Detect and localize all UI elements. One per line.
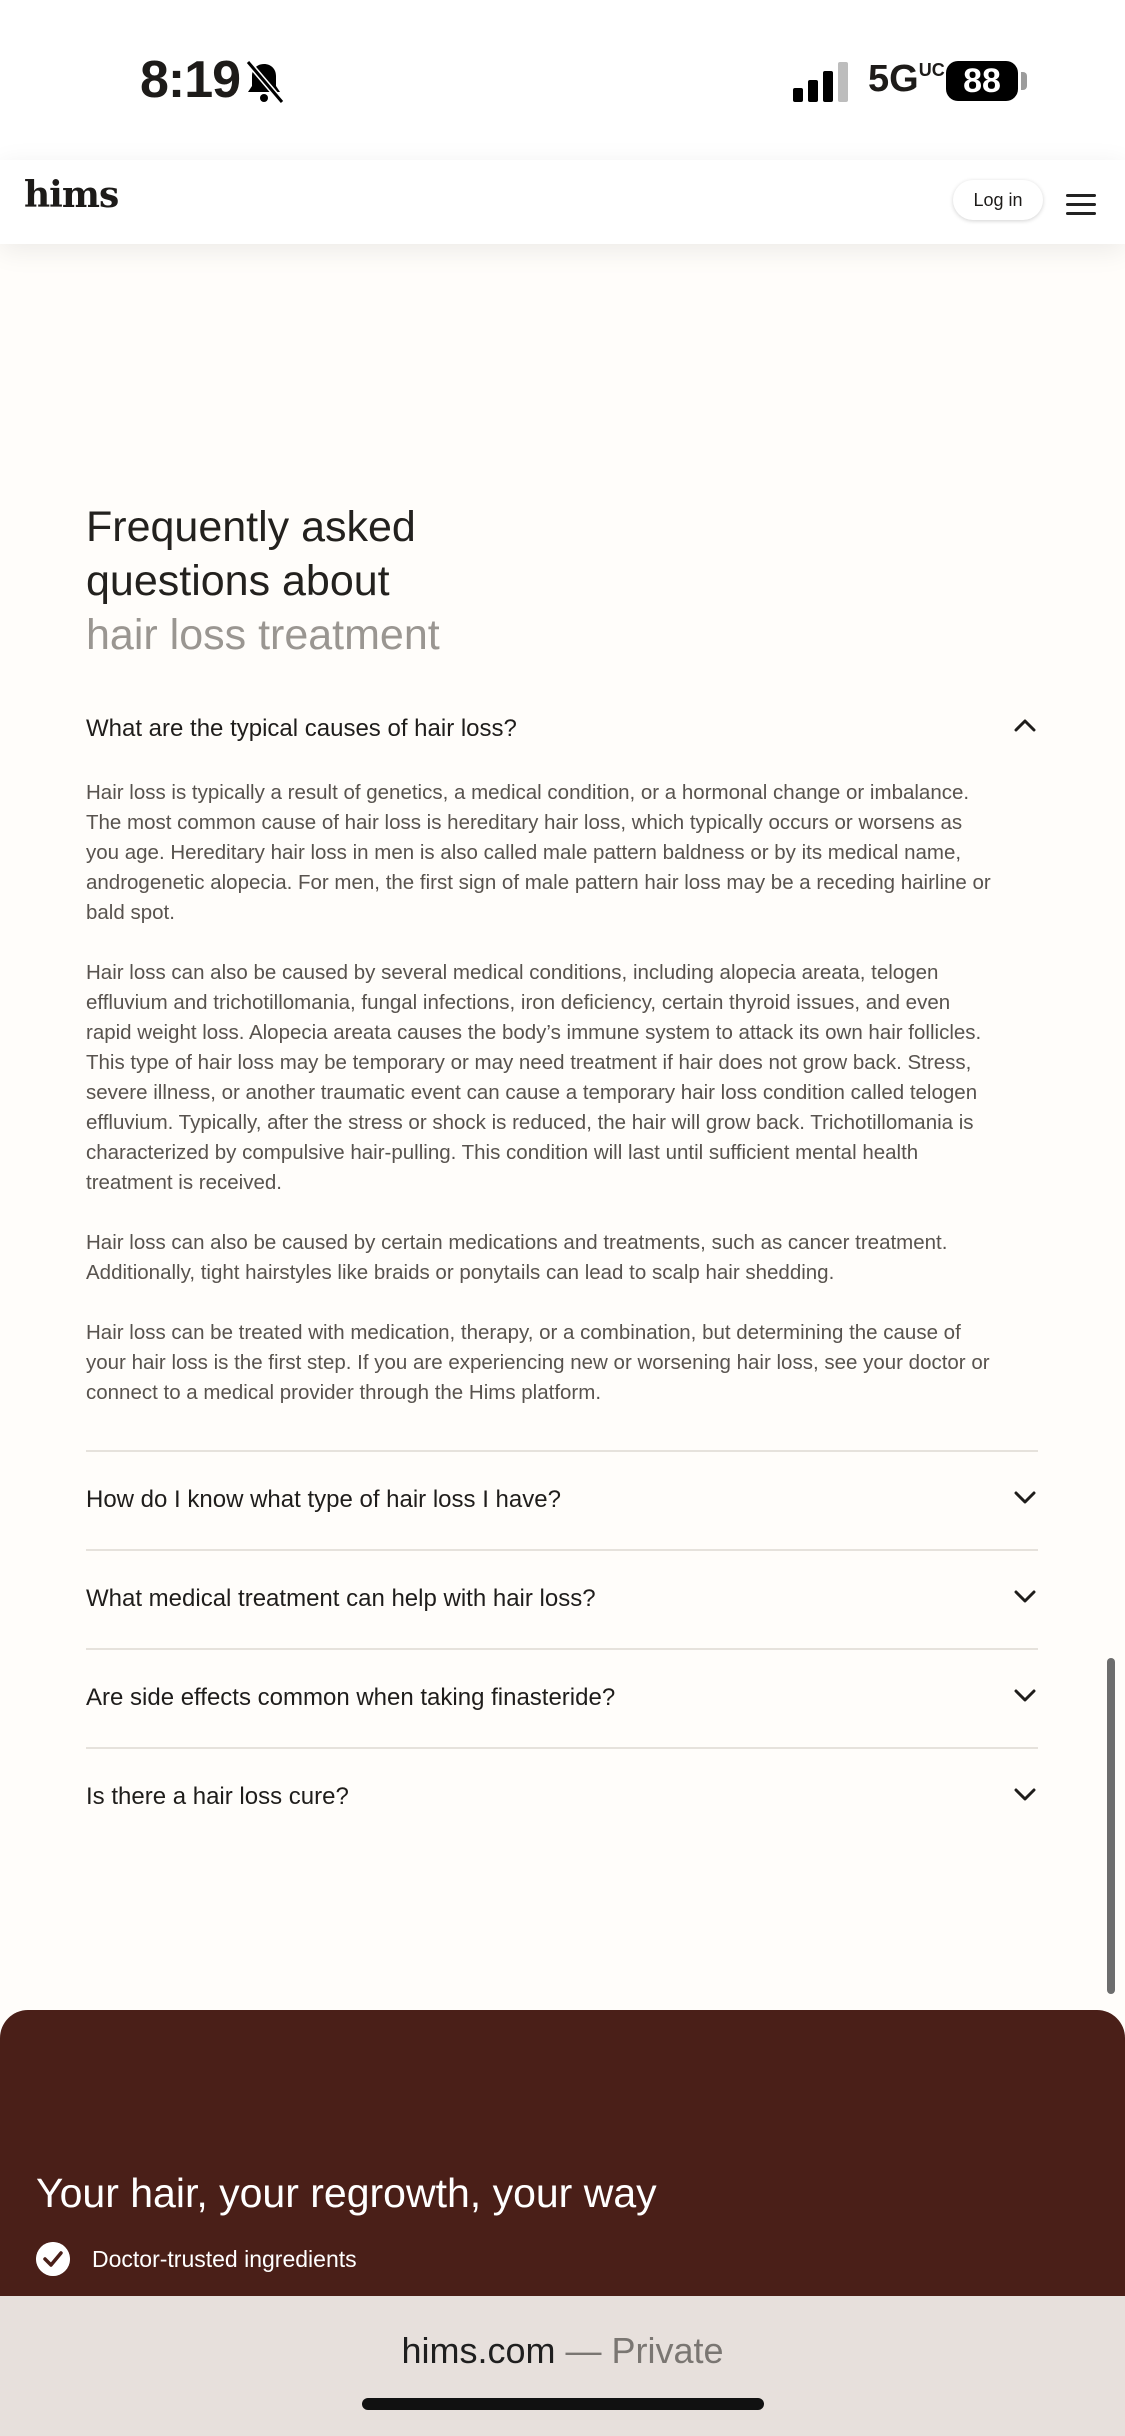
faq-divider [86,1549,1038,1551]
faq-divider [86,1747,1038,1749]
faq-question-4[interactable]: Are side effects common when taking fina… [86,1684,1038,1712]
faq-question-3[interactable]: What medical treatment can help with hai… [86,1585,1038,1613]
faq-divider [86,1450,1038,1452]
answer-paragraph: Hair loss is typically a result of genet… [86,781,991,924]
answer-paragraph: Hair loss can also be caused by several … [86,961,982,1194]
battery-tip [1021,72,1027,90]
status-time: 8:19 [140,51,241,109]
battery-icon: 88 [946,61,1018,101]
chevron-down-icon[interactable] [1012,1484,1038,1510]
cellular-signal-icon [793,62,848,102]
silent-bell-icon [245,60,285,104]
answer-paragraph: Hair loss can also be caused by certain … [86,1231,948,1284]
faq-divider [86,1648,1038,1650]
faq-answer-1: Hair loss is typically a result of genet… [86,778,994,1438]
status-bar: 8:19 5GUC 88 [0,0,1125,160]
scrollbar[interactable] [1107,1658,1115,1994]
site-header: hims Log in [0,160,1125,244]
chevron-down-icon[interactable] [1012,1781,1038,1807]
url-domain: hims.com [401,2330,556,2371]
url-display[interactable]: hims.com — Private [0,2330,1125,2372]
network-type: 5GUC [868,58,945,100]
faq-title: Frequently asked questions about hair lo… [86,503,440,659]
faq-question-2[interactable]: How do I know what type of hair loss I h… [86,1486,1038,1514]
promo-title: Your hair, your regrowth, your way [36,2170,657,2216]
faq-question-5[interactable]: Is there a hair loss cure? [86,1783,1038,1811]
chevron-down-icon[interactable] [1012,1682,1038,1708]
login-button[interactable]: Log in [953,180,1043,220]
faq-question-1[interactable]: What are the typical causes of hair loss… [86,715,1038,743]
chevron-down-icon[interactable] [1012,1583,1038,1609]
hamburger-menu-icon[interactable] [1066,194,1096,216]
checkmark-icon [36,2242,70,2276]
benefit-label: Doctor-trusted ingredients [92,2246,357,2272]
home-indicator[interactable] [362,2398,764,2410]
hims-logo[interactable]: hims [24,174,119,216]
private-mode-label: — Private [565,2330,724,2371]
answer-paragraph: Hair loss can be treated with medication… [86,1321,990,1404]
browser-address-bar[interactable]: hims.com — Private [0,2296,1125,2436]
chevron-up-icon[interactable] [1012,713,1038,739]
